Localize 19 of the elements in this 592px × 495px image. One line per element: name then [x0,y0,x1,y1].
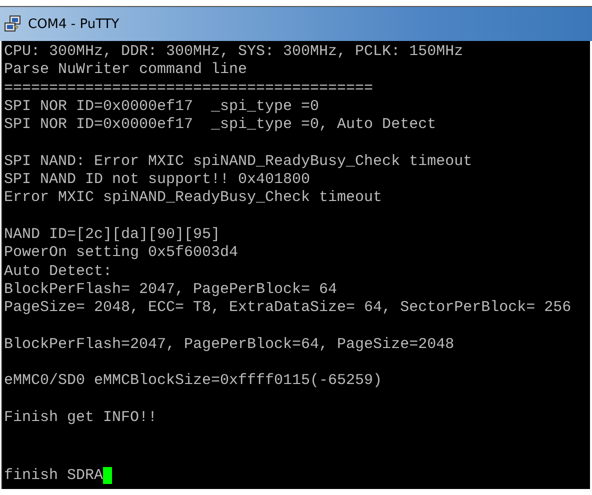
terminal-line: eMMC0/SD0 eMMCBlockSize=0xffff0115(-65259) [4,372,384,391]
terminal-line: Error MXIC spiNAND_ReadyBusy_Check timeout [4,189,384,208]
terminal-line: finish SDRA [4,466,104,485]
terminal-line: BlockPerFlash=2047, PagePerBlock=64, PageSize=2048 [4,336,456,354]
terminal-line: PageSize= 2048, ECC= T8, ExtraDataSize= 64, SectorPerBlock= 256 [4,299,572,318]
computer-icon [4,15,22,33]
terminal-line: Parse NuWriter command line [4,61,248,80]
terminal-line: SPI NAND: Error MXIC spiNAND_ReadyBusy_Check timeout [4,152,474,172]
terminal-line: PowerOn setting 0x5f6003d4 [4,244,240,263]
terminal-line: CPU: 300MHz, DDR: 300MHz, SYS: 300MHz, PCLK: 150MHz [4,43,464,62]
terminal-line: ========================================= [4,80,374,98]
terminal-line: SPI NOR ID=0x0000ef17 _spi_type =0 [4,98,320,116]
window-title: COM4 - PuTTY [28,16,120,32]
terminal-line: SPI NAND ID not support!! 0x401800 [4,171,312,190]
terminal-line: Finish get INFO!! [4,408,158,428]
terminal-line: Auto Detect: [4,262,114,281]
terminal-line: NAND ID=[2c][da][90][95] [4,226,222,244]
terminal-line: SPI NOR ID=0x0000ef17 _spi_type =0, Auto Detect [4,116,438,134]
terminal-line: BlockPerFlash= 2047, PagePerBlock= 64 [4,280,338,300]
